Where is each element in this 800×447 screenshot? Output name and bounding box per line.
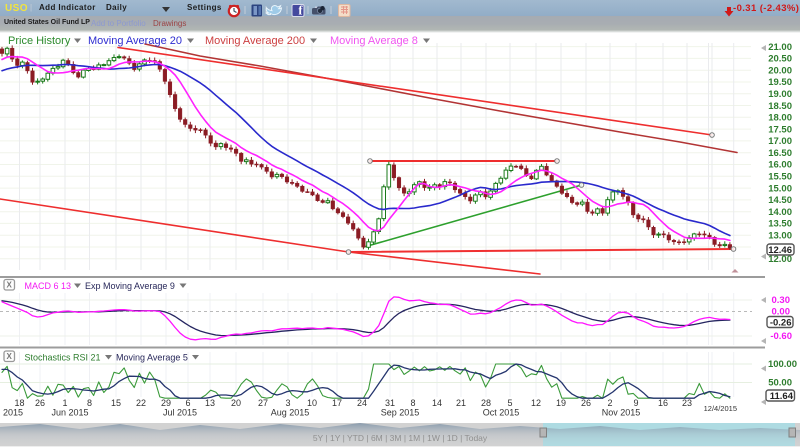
svg-text:Jul 2015: Jul 2015 (163, 408, 197, 418)
svg-text:Stochastics RSI 21: Stochastics RSI 21 (25, 353, 101, 363)
svg-text:17.50: 17.50 (768, 124, 792, 135)
svg-text:14.00: 14.00 (768, 207, 792, 218)
svg-text:1: 1 (62, 398, 67, 408)
svg-text:18.50: 18.50 (768, 101, 792, 112)
svg-text:Oct 2015: Oct 2015 (483, 408, 520, 418)
svg-text:Exp Moving Average 9: Exp Moving Average 9 (85, 281, 175, 291)
svg-text:9: 9 (633, 398, 638, 408)
svg-text:X: X (7, 352, 13, 361)
svg-text:14.50: 14.50 (768, 195, 792, 206)
svg-text:29: 29 (161, 398, 171, 408)
svg-text:31: 31 (385, 398, 395, 408)
svg-text:2015: 2015 (3, 408, 23, 418)
svg-text:21: 21 (456, 398, 466, 408)
svg-text:16.00: 16.00 (768, 160, 792, 171)
svg-text:28: 28 (481, 398, 491, 408)
svg-text:22: 22 (136, 398, 146, 408)
svg-text:6: 6 (185, 398, 190, 408)
svg-text:11.64: 11.64 (770, 391, 794, 402)
svg-text:50.00: 50.00 (768, 378, 792, 389)
svg-text:5: 5 (507, 398, 512, 408)
svg-text:13: 13 (205, 398, 215, 408)
svg-text:Nov 2015: Nov 2015 (602, 408, 641, 418)
svg-text:26: 26 (581, 398, 591, 408)
svg-text:2: 2 (607, 398, 612, 408)
svg-text:Sep 2015: Sep 2015 (381, 408, 420, 418)
svg-text:8: 8 (410, 398, 415, 408)
svg-text:Jun 2015: Jun 2015 (51, 408, 88, 418)
svg-text:20.50: 20.50 (768, 54, 792, 65)
svg-text:14: 14 (432, 398, 442, 408)
svg-text:3: 3 (285, 398, 290, 408)
svg-text:18.00: 18.00 (768, 113, 792, 124)
svg-text:21.00: 21.00 (768, 42, 792, 53)
svg-text:19: 19 (556, 398, 566, 408)
svg-text:12: 12 (531, 398, 541, 408)
svg-text:Moving Average 200: Moving Average 200 (205, 35, 305, 47)
svg-text:15.50: 15.50 (768, 171, 792, 182)
svg-text:Moving Average 5: Moving Average 5 (116, 353, 188, 363)
svg-text:16: 16 (658, 398, 668, 408)
svg-text:20.00: 20.00 (768, 65, 792, 76)
svg-text:Moving Average 20: Moving Average 20 (88, 35, 182, 47)
svg-text:Price History: Price History (8, 35, 71, 47)
svg-text:12.46: 12.46 (768, 245, 792, 256)
svg-text:13.50: 13.50 (768, 219, 792, 230)
svg-text:10: 10 (307, 398, 317, 408)
svg-text:24: 24 (357, 398, 367, 408)
svg-text:20: 20 (231, 398, 241, 408)
svg-text:13.00: 13.00 (768, 230, 792, 241)
svg-text:12/4/2015: 12/4/2015 (704, 404, 737, 413)
svg-text:27: 27 (258, 398, 268, 408)
svg-text:19.50: 19.50 (768, 77, 792, 88)
svg-text:Moving Average 8: Moving Average 8 (330, 35, 418, 47)
svg-text:Aug 2015: Aug 2015 (271, 408, 310, 418)
svg-text:15: 15 (111, 398, 121, 408)
svg-text:X: X (7, 281, 13, 290)
svg-text:23: 23 (682, 398, 692, 408)
svg-text:18: 18 (14, 398, 24, 408)
svg-text:15.00: 15.00 (768, 183, 792, 194)
svg-text:19.00: 19.00 (768, 89, 792, 100)
svg-text:-0.60: -0.60 (770, 331, 792, 342)
svg-text:5Y | 1Y | YTD | 6M | 3M | 1M |: 5Y | 1Y | YTD | 6M | 3M | 1M | 1W | 1D |… (313, 433, 488, 443)
svg-text:16.50: 16.50 (768, 148, 792, 159)
svg-text:26: 26 (35, 398, 45, 408)
svg-text:17: 17 (332, 398, 342, 408)
svg-text:17.00: 17.00 (768, 136, 792, 147)
svg-text:100.00: 100.00 (768, 359, 797, 370)
svg-text:0.30: 0.30 (772, 295, 791, 306)
svg-text:MACD 6 13: MACD 6 13 (25, 281, 72, 291)
svg-text:8: 8 (87, 398, 92, 408)
svg-text:-0.26: -0.26 (770, 317, 792, 328)
